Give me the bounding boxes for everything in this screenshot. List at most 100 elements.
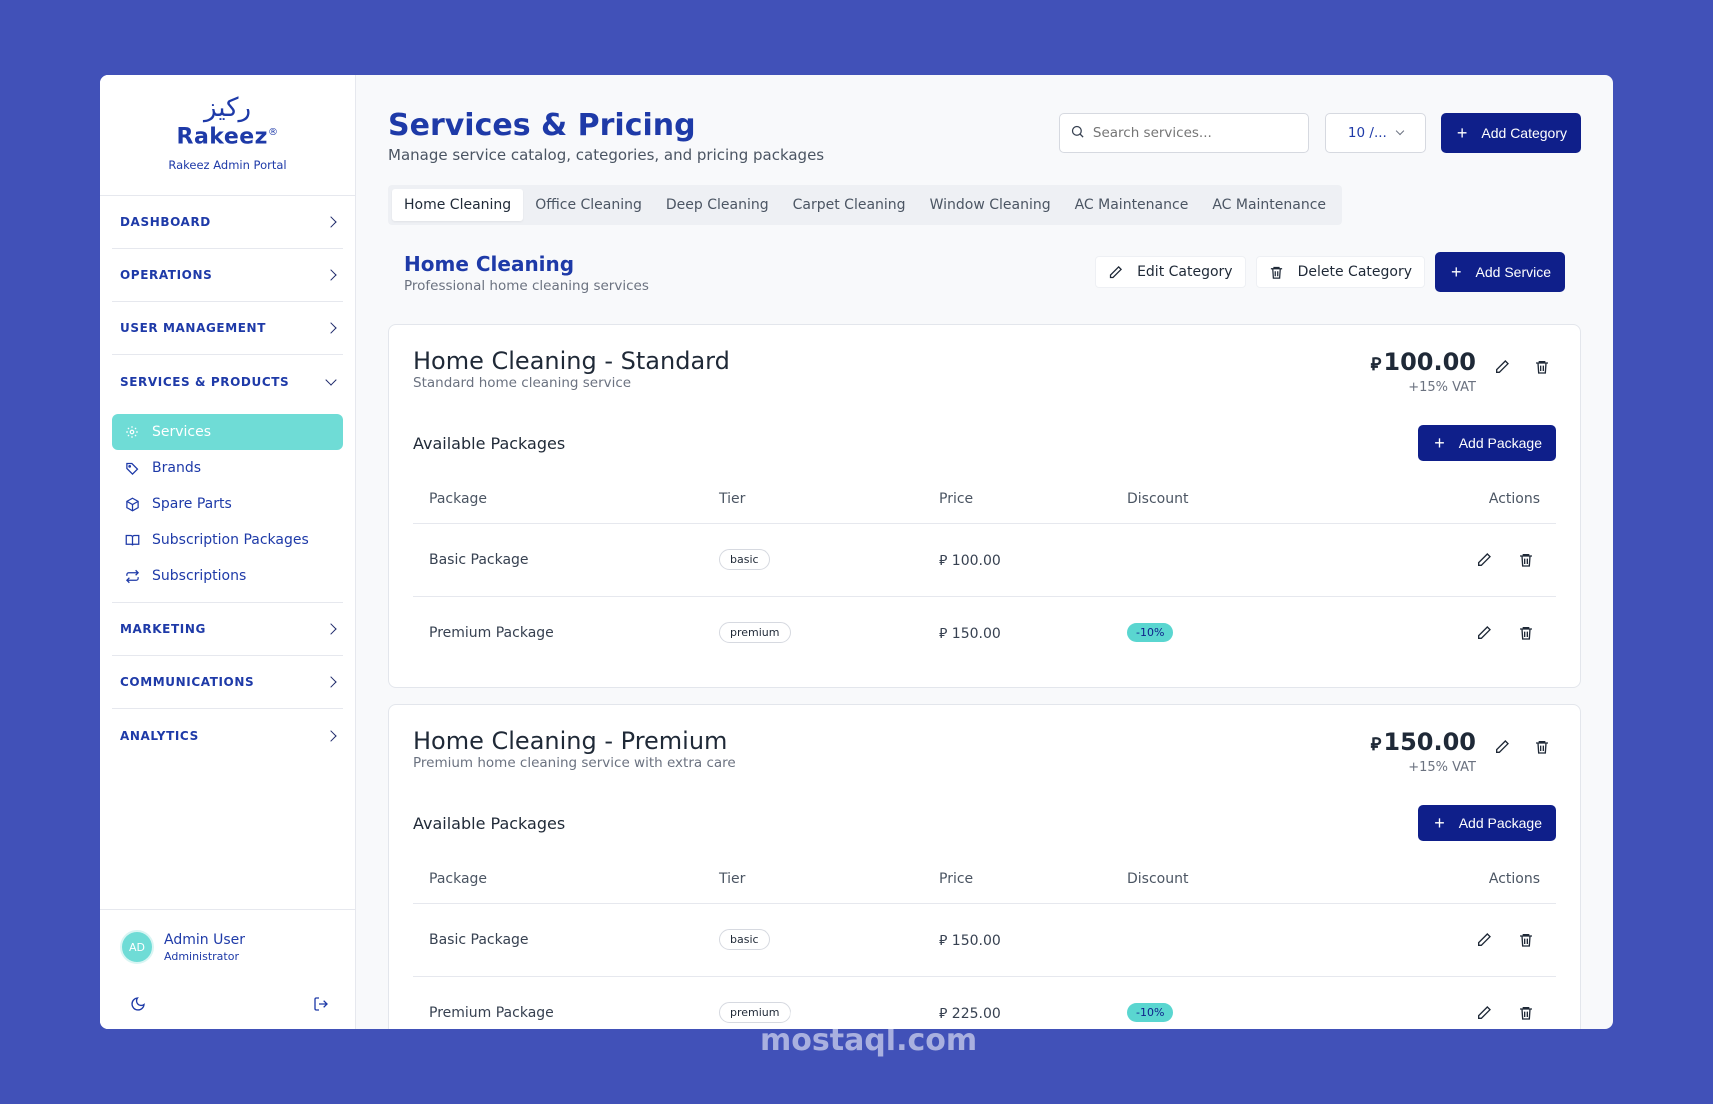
avatar: AD (120, 930, 154, 964)
table-header-row: Package Tier Price Discount Actions (413, 475, 1556, 524)
actions-cell (1305, 523, 1556, 597)
delete-package-button[interactable] (1512, 619, 1540, 647)
user-name: Admin User (164, 931, 245, 948)
actions-cell (1306, 596, 1556, 669)
service-heading: Home Cleaning - Standard Standard home c… (413, 347, 730, 395)
delete-package-button[interactable] (1512, 546, 1540, 574)
add-service-button[interactable]: + Add Service (1435, 252, 1565, 292)
trash-icon (1520, 553, 1532, 567)
edit-package-button[interactable] (1470, 546, 1498, 574)
sidebar-item-subscription-packages[interactable]: Subscription Packages (112, 522, 343, 558)
delete-category-button[interactable]: Delete Category (1255, 256, 1425, 288)
discount-badge: -10% (1127, 623, 1174, 643)
service-price: ⃁100.00 (1371, 347, 1476, 380)
add-package-label: Add Package (1458, 815, 1542, 831)
sidebar-item-brands[interactable]: Brands (112, 450, 343, 486)
nav-section-user-management[interactable]: USER MANAGEMENT (112, 302, 343, 355)
user-profile[interactable]: AD Admin User Administrator (120, 930, 335, 964)
moon-icon[interactable] (124, 990, 152, 1018)
sidebar-item-spare-parts[interactable]: Spare Parts (112, 486, 343, 522)
tier-cell: basic (719, 523, 939, 597)
header-actions: 10 /... + Add Category (1058, 108, 1581, 185)
tab-home-cleaning[interactable]: Home Cleaning (392, 189, 524, 221)
edit-package-button[interactable] (1470, 999, 1498, 1027)
nav-section-operations[interactable]: OPERATIONS (112, 249, 343, 302)
edit-category-label: Edit Category (1137, 264, 1233, 280)
trash-icon (1536, 361, 1548, 374)
packages-table: Package Tier Price Discount Actions Basi… (413, 475, 1556, 669)
riyal-icon: ⃁ (939, 625, 952, 642)
column-header-price: Price (939, 855, 1127, 904)
service-price-block: ⃁100.00 +15% VAT (1371, 347, 1556, 395)
trash-icon (1520, 626, 1532, 640)
tab-office-cleaning[interactable]: Office Cleaning (523, 189, 654, 221)
table-row: Premium Package premium ⃁ 150.00 -10% (413, 596, 1556, 669)
tab-window-cleaning[interactable]: Window Cleaning (918, 189, 1063, 221)
tier-badge: basic (719, 549, 770, 570)
service-price-block: ⃁150.00 +15% VAT (1371, 727, 1556, 775)
pencil-icon (1478, 625, 1491, 639)
packages-title: Available Packages (413, 813, 566, 833)
table-row: Premium Package premium ⃁ 225.00 -10% (413, 976, 1556, 1029)
delete-package-button[interactable] (1512, 999, 1540, 1027)
search-icon (1070, 124, 1085, 143)
riyal-icon: ⃁ (939, 552, 952, 569)
delete-service-button[interactable] (1528, 353, 1556, 381)
nav-section-communications[interactable]: COMMUNICATIONS (112, 656, 343, 709)
sidebar-item-services[interactable]: Services (112, 414, 343, 450)
tab-ac-maintenance[interactable]: AC Maintenance (1063, 189, 1201, 221)
nav-section-label: COMMUNICATIONS (120, 675, 255, 689)
page-size-select[interactable]: 10 /... (1324, 113, 1426, 153)
add-category-button[interactable]: + Add Category (1440, 113, 1581, 153)
nav-section-services-products[interactable]: SERVICES & PRODUCTS (112, 355, 343, 408)
discount-cell (1127, 523, 1306, 597)
delete-package-button[interactable] (1512, 926, 1540, 954)
discount-cell: -10% (1127, 596, 1306, 669)
add-package-button[interactable]: + Add Package (1418, 805, 1556, 841)
riyal-icon: ⃁ (1370, 734, 1382, 755)
logout-icon[interactable] (307, 990, 335, 1018)
add-category-label: Add Category (1481, 125, 1567, 141)
chevron-down-icon (325, 373, 337, 386)
edit-package-button[interactable] (1470, 926, 1498, 954)
page-header: Services & Pricing Manage service catalo… (388, 75, 1581, 185)
column-header-tier: Tier (719, 855, 939, 904)
tab-ac-maintenance-2[interactable]: AC Maintenance (1200, 189, 1338, 221)
chevron-right-icon (325, 216, 337, 228)
add-package-button[interactable]: + Add Package (1418, 425, 1556, 461)
edit-category-button[interactable]: Edit Category (1095, 256, 1246, 288)
tab-carpet-cleaning[interactable]: Carpet Cleaning (781, 189, 918, 221)
nav-section-dashboard[interactable]: DASHBOARD (112, 196, 343, 249)
edit-package-button[interactable] (1470, 619, 1498, 647)
packages-title: Available Packages (413, 433, 566, 453)
edit-service-button[interactable] (1488, 353, 1516, 381)
search-input[interactable] (1092, 125, 1293, 141)
edit-service-button[interactable] (1488, 733, 1516, 761)
nav-section-analytics[interactable]: ANALYTICS (112, 709, 343, 762)
service-description: Standard home cleaning service (413, 375, 632, 391)
tab-deep-cleaning[interactable]: Deep Cleaning (654, 189, 781, 221)
price-cell: ⃁ 150.00 (939, 903, 1127, 977)
trash-icon (1520, 1006, 1532, 1020)
watermark-latin: mostaql.com (760, 1023, 978, 1058)
service-name: Home Cleaning - Premium (413, 727, 728, 755)
sidebar-item-label: Subscription Packages (152, 532, 309, 548)
actions-cell (1306, 976, 1556, 1029)
service-vat: +15% VAT (1408, 380, 1476, 395)
page-heading: Services & Pricing Manage service catalo… (388, 108, 824, 185)
plus-icon: + (1451, 262, 1462, 282)
chevron-right-icon (325, 269, 337, 281)
service-card: Home Cleaning - Standard Standard home c… (388, 324, 1581, 688)
category-header: Home Cleaning Professional home cleaning… (388, 252, 1581, 294)
delete-service-button[interactable] (1528, 733, 1556, 761)
add-service-label: Add Service (1475, 264, 1551, 280)
tier-cell: basic (719, 903, 939, 977)
sidebar-item-subscriptions[interactable]: Subscriptions (112, 558, 343, 594)
nav-section-marketing[interactable]: MARKETING (112, 603, 343, 656)
category-actions: Edit Category Delete Category + Add Serv… (1095, 252, 1581, 292)
box-icon (124, 496, 140, 512)
price-cell: ⃁ 100.00 (939, 523, 1127, 597)
sidebar-item-label: Brands (152, 460, 201, 476)
sidebar-item-label: Subscriptions (152, 568, 247, 584)
price-cell: ⃁ 225.00 (939, 976, 1127, 1029)
